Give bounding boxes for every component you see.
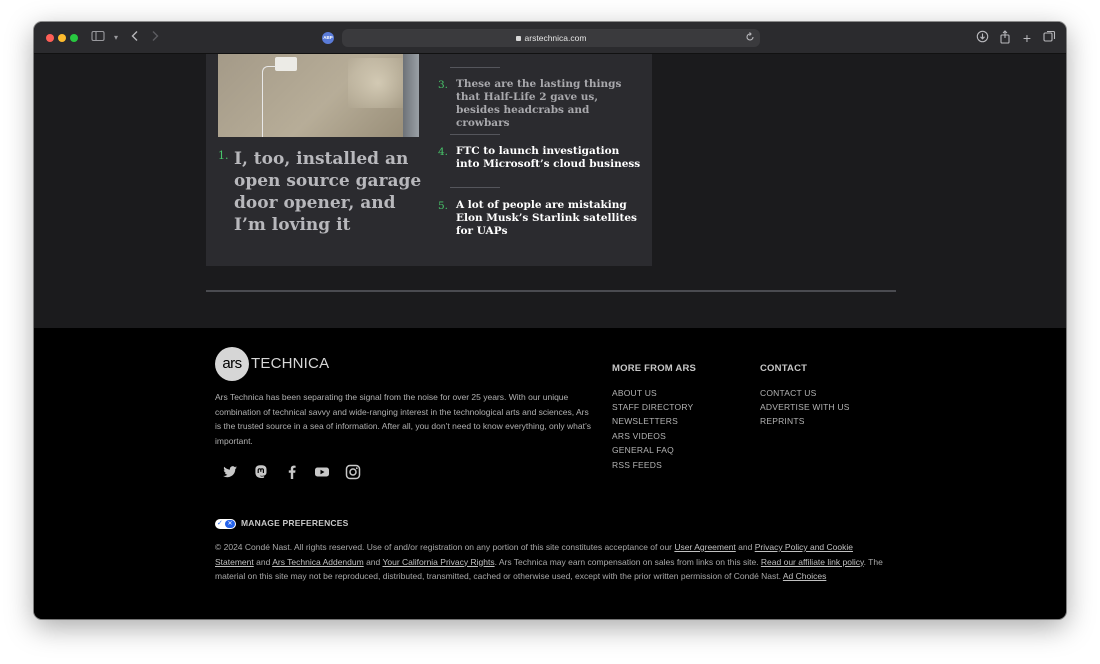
- page-content: 1. I, too, installed an open source gara…: [34, 54, 1066, 619]
- forward-icon[interactable]: [147, 30, 163, 46]
- lock-icon: [515, 36, 521, 41]
- most-read-card: 1. I, too, installed an open source gara…: [206, 54, 652, 266]
- chevron-down-icon[interactable]: ▾: [108, 30, 124, 46]
- back-icon[interactable]: [127, 30, 143, 46]
- legal-text-segment: © 2024 Condé Nast. All rights reserved. …: [215, 542, 675, 552]
- footer-link-newsletters[interactable]: NEWSLETTERS: [612, 416, 678, 426]
- divider: [450, 134, 500, 135]
- story-rank: 3.: [438, 79, 449, 91]
- instagram-icon[interactable]: [345, 464, 361, 480]
- youtube-icon[interactable]: [314, 464, 330, 480]
- legal-text-segment: and: [735, 542, 755, 552]
- addendum-link[interactable]: Ars Technica Addendum: [272, 557, 364, 567]
- tab-overview-icon[interactable]: [1041, 30, 1057, 46]
- ad-choices-link[interactable]: Ad Choices: [783, 571, 826, 581]
- footer-link-rss-feeds[interactable]: RSS FEEDS: [612, 460, 662, 470]
- affiliate-policy-link[interactable]: Read our affiliate link policy: [761, 557, 864, 567]
- sidebar-icon[interactable]: [90, 30, 106, 46]
- url-text: arstechnica.com: [524, 33, 587, 43]
- site-footer: ars TECHNICA Ars Technica has been separ…: [34, 328, 1066, 619]
- about-text: Ars Technica has been separating the sig…: [215, 392, 591, 446]
- story-link[interactable]: These are the lasting things that Half-L…: [456, 78, 644, 130]
- logo-wordmark: TECHNICA: [251, 355, 330, 372]
- footer-link-ars-videos[interactable]: ARS VIDEOS: [612, 431, 666, 441]
- privacy-toggle[interactable]: ✓ ✕: [215, 519, 236, 529]
- footer-link-advertise[interactable]: ADVERTISE WITH US: [760, 402, 850, 412]
- story-link[interactable]: A lot of people are mistaking Elon Musk’…: [456, 199, 644, 238]
- zoom-window-button[interactable]: [70, 34, 78, 42]
- most-read-section: 1. I, too, installed an open source gara…: [34, 54, 1066, 328]
- legal-text: © 2024 Condé Nast. All rights reserved. …: [215, 540, 885, 584]
- manage-preferences-label: MANAGE PREFERENCES: [241, 518, 349, 528]
- story-rank: 1.: [218, 149, 229, 162]
- twitter-icon[interactable]: [222, 464, 238, 480]
- footer-link-staff-directory[interactable]: STAFF DIRECTORY: [612, 402, 693, 412]
- divider: [450, 187, 500, 188]
- section-divider: [206, 290, 896, 292]
- california-privacy-link[interactable]: Your California Privacy Rights: [382, 557, 494, 567]
- share-icon[interactable]: [997, 30, 1013, 46]
- footer-link-general-faq[interactable]: GENERAL FAQ: [612, 445, 674, 455]
- mastodon-icon[interactable]: [253, 464, 269, 480]
- footer-link-reprints[interactable]: REPRINTS: [760, 416, 805, 426]
- garage-door-photo[interactable]: [218, 54, 419, 137]
- address-bar[interactable]: arstechnica.com: [342, 29, 760, 47]
- close-window-button[interactable]: [46, 34, 54, 42]
- new-tab-icon[interactable]: +: [1019, 30, 1035, 46]
- contact-heading: CONTACT: [760, 363, 808, 374]
- featured-story-link[interactable]: I, too, installed an open source garage …: [234, 148, 426, 236]
- legal-text-segment: and: [363, 556, 383, 567]
- legal-text-segment: . Ars Technica may earn compensation on …: [494, 556, 761, 567]
- browser-window: ▾ ABP arstechnica.com + 1. I, too, insta…: [34, 22, 1066, 619]
- check-icon: ✓: [217, 520, 223, 527]
- footer-link-contact-us[interactable]: CONTACT US: [760, 388, 816, 398]
- divider: [450, 67, 500, 68]
- adblock-extension-icon[interactable]: ABP: [322, 32, 334, 44]
- story-rank: 4.: [438, 146, 449, 158]
- more-from-ars-heading: MORE FROM ARS: [612, 363, 697, 374]
- footer-link-about-us[interactable]: ABOUT US: [612, 388, 657, 398]
- legal-text-segment: and: [253, 556, 273, 567]
- story-link[interactable]: FTC to launch investigation into Microso…: [456, 145, 644, 171]
- logo-mark: ars: [215, 347, 249, 381]
- user-agreement-link[interactable]: User Agreement: [674, 542, 735, 552]
- close-icon: ✕: [225, 520, 235, 528]
- downloads-icon[interactable]: [974, 30, 990, 46]
- facebook-icon[interactable]: [284, 464, 300, 480]
- story-rank: 5.: [438, 200, 449, 212]
- reload-icon[interactable]: [742, 30, 758, 46]
- minimize-window-button[interactable]: [58, 34, 66, 42]
- browser-toolbar: ▾ ABP arstechnica.com +: [34, 22, 1066, 54]
